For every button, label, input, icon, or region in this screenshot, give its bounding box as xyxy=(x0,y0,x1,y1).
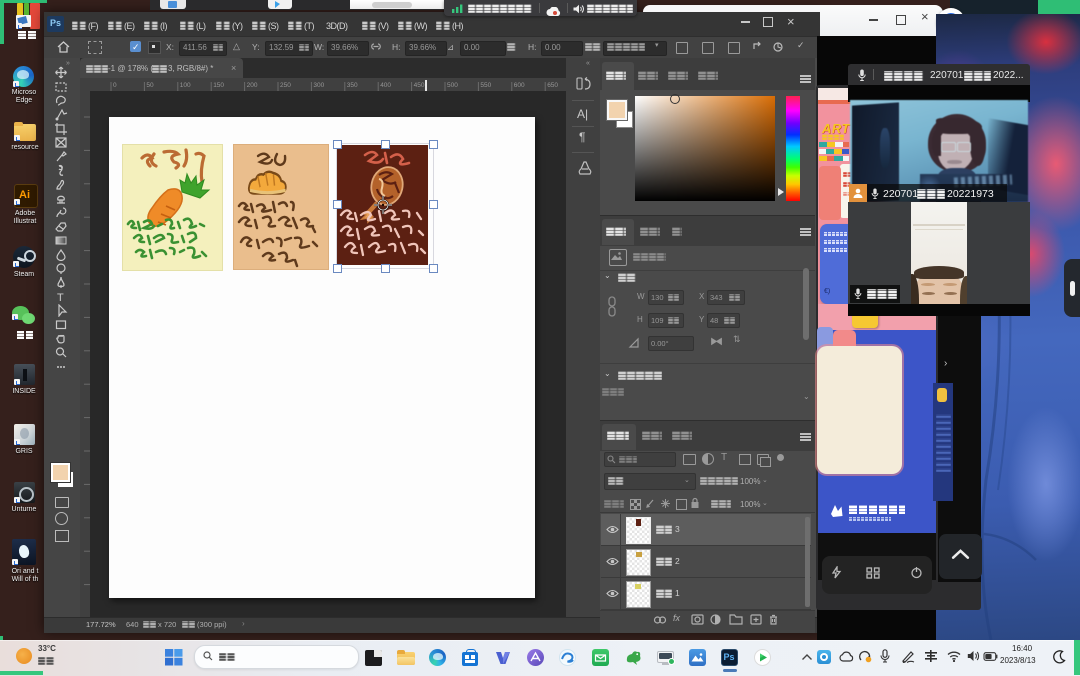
svg-text:50: 50 xyxy=(146,82,154,89)
svg-text:T: T xyxy=(57,292,64,303)
svg-text:650: 650 xyxy=(547,82,558,89)
svg-text:300: 300 xyxy=(313,82,324,89)
svg-text:500: 500 xyxy=(447,82,458,89)
svg-text:200: 200 xyxy=(247,82,258,89)
svg-text:350: 350 xyxy=(347,82,358,89)
svg-text:100: 100 xyxy=(180,82,191,89)
svg-text:400: 400 xyxy=(380,82,391,89)
svg-text:0: 0 xyxy=(113,82,117,89)
svg-text:550: 550 xyxy=(480,82,491,89)
svg-text:450: 450 xyxy=(414,82,425,89)
svg-text:150: 150 xyxy=(213,82,224,89)
svg-text:600: 600 xyxy=(514,82,525,89)
svg-text:250: 250 xyxy=(280,82,291,89)
